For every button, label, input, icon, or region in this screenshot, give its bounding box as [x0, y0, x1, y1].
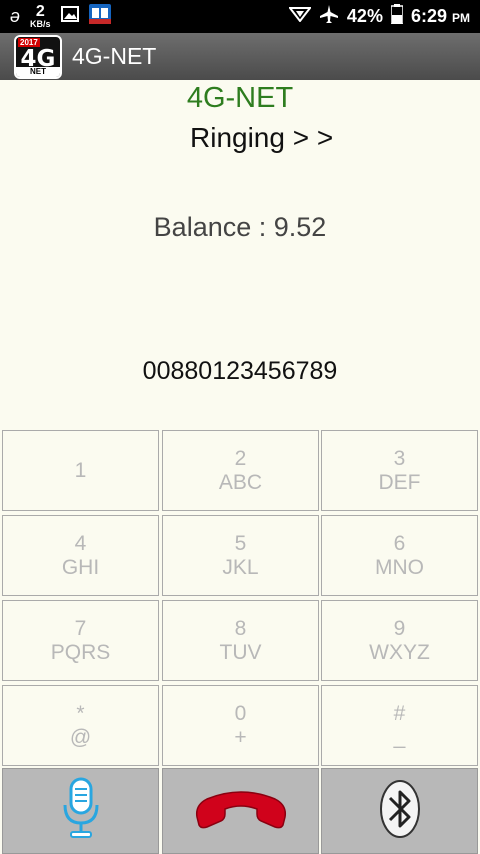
mute-button[interactable] — [2, 768, 159, 854]
status-bar: ə 2 KB/s 42% 6:29 PM — [0, 0, 480, 33]
key-5[interactable]: 5 JKL — [162, 515, 319, 596]
app-logo: 2017 4G NET — [14, 34, 62, 79]
bluetooth-button[interactable] — [321, 768, 478, 854]
key-3[interactable]: 3 DEF — [321, 430, 478, 511]
network-speed: 2 KB/s — [30, 3, 51, 29]
key-7[interactable]: 7 PQRS — [2, 600, 159, 681]
battery-percent: 42% — [346, 6, 383, 26]
network-name: 4G-NET — [186, 82, 294, 114]
key-4[interactable]: 4 GHI — [2, 515, 159, 596]
battery-icon — [390, 4, 404, 29]
end-call-icon — [193, 787, 289, 836]
key-2[interactable]: 2 ABC — [162, 430, 319, 511]
key-8[interactable]: 8 TUV — [162, 600, 319, 681]
key-9[interactable]: 9 WXYZ — [321, 600, 478, 681]
key-1[interactable]: 1 — [2, 430, 159, 511]
app-bar: 2017 4G NET 4G-NET — [0, 33, 480, 80]
app-title: 4G-NET — [72, 43, 157, 69]
end-call-button[interactable] — [162, 768, 319, 854]
key-6[interactable]: 6 MNO — [321, 515, 478, 596]
microphone-icon — [61, 777, 101, 846]
airplane-icon — [319, 4, 339, 29]
key-star[interactable]: * @ — [2, 685, 159, 766]
balance-label: Balance : 9.52 — [153, 212, 327, 242]
alipay-icon: ə — [10, 6, 21, 26]
key-0[interactable]: 0 + — [162, 685, 319, 766]
vpn-icon — [287, 6, 312, 27]
image-icon — [60, 6, 79, 27]
book-icon — [88, 4, 111, 29]
key-hash[interactable]: # _ — [321, 685, 478, 766]
clock: 6:29 PM — [410, 6, 470, 26]
dialed-number: 00880123456789 — [142, 357, 338, 385]
call-status: Ringing > > — [190, 122, 334, 153]
bluetooth-icon — [378, 779, 422, 844]
